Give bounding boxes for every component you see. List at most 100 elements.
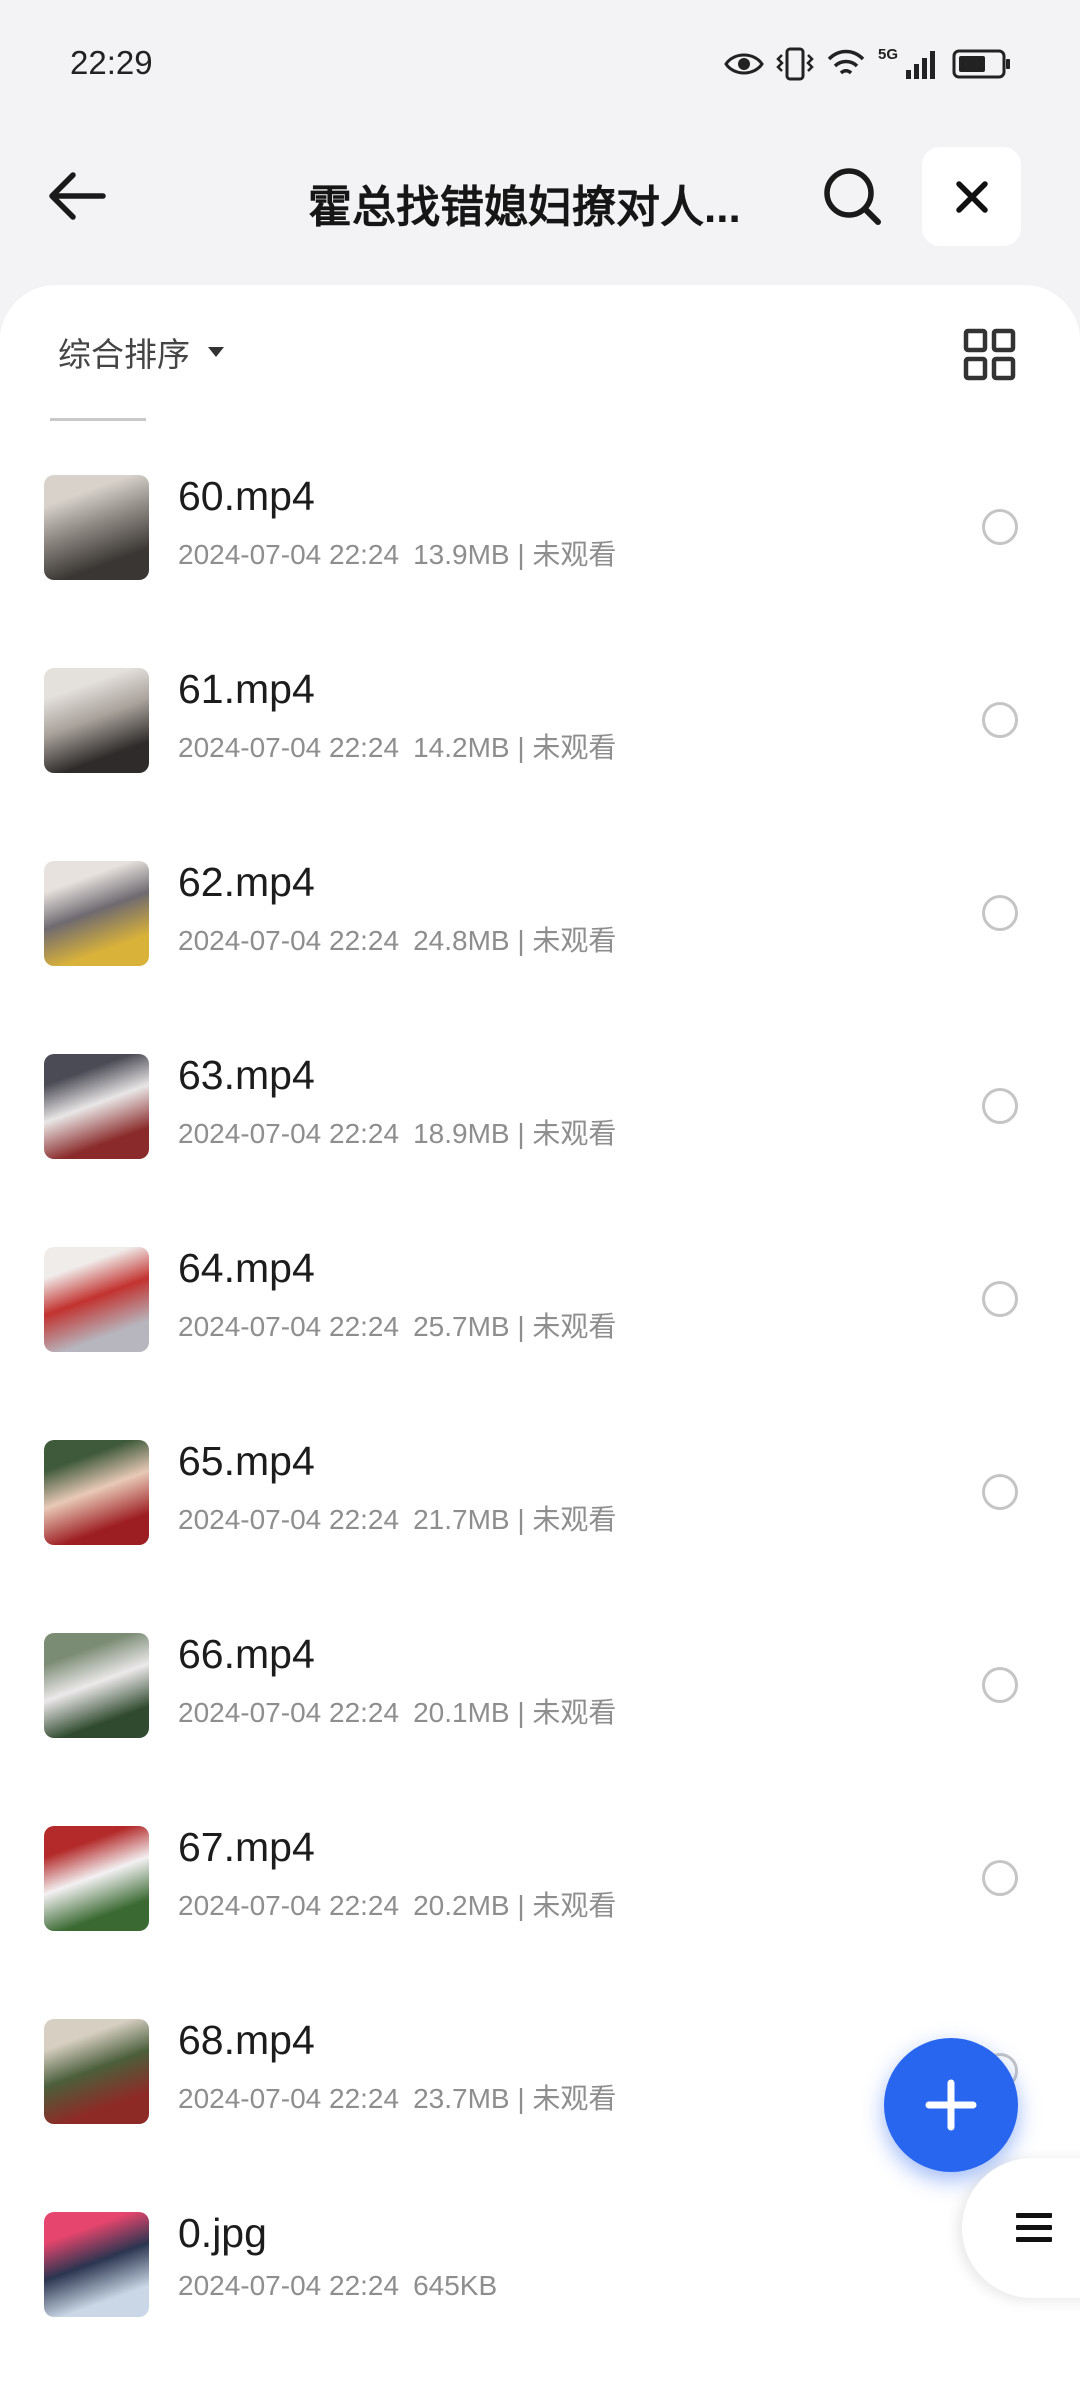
file-size: 25.7MB — [413, 1311, 510, 1342]
file-size: 18.9MB — [413, 1118, 510, 1149]
file-thumbnail — [44, 1826, 149, 1931]
status-bar: 22:29 5G — [0, 0, 1080, 130]
file-meta: 2024-07-04 22:24 23.7MB | 未观看 — [178, 2083, 617, 2114]
status-time: 22:29 — [70, 44, 153, 81]
select-radio[interactable] — [982, 1860, 1018, 1896]
watch-status: 未观看 — [532, 1504, 617, 1535]
battery-icon — [952, 49, 1010, 79]
file-name: 61.mp4 — [178, 666, 315, 712]
file-row[interactable]: 61.mp4 2024-07-04 22:24 14.2MB | 未观看 — [0, 666, 1080, 861]
file-row[interactable]: 64.mp4 2024-07-04 22:24 25.7MB | 未观看 — [0, 1245, 1080, 1440]
file-name: 65.mp4 — [178, 1438, 315, 1484]
watch-status: 未观看 — [532, 539, 617, 570]
wifi-icon — [827, 49, 865, 75]
arrow-left-icon — [49, 172, 106, 220]
add-button[interactable] — [884, 2038, 1018, 2172]
file-date: 2024-07-04 22:24 — [178, 2083, 400, 2114]
file-name: 68.mp4 — [178, 2017, 315, 2063]
file-date: 2024-07-04 22:24 — [178, 539, 400, 570]
select-radio[interactable] — [982, 1474, 1018, 1510]
sort-dropdown[interactable]: 综合排序 — [58, 328, 226, 376]
select-radio[interactable] — [982, 702, 1018, 738]
file-size: 24.8MB — [413, 925, 510, 956]
sort-label: 综合排序 — [58, 336, 190, 373]
file-name: 63.mp4 — [178, 1052, 315, 1098]
select-radio[interactable] — [982, 1667, 1018, 1703]
file-date: 2024-07-04 22:24 — [178, 1311, 400, 1342]
file-meta: 2024-07-04 22:24 20.1MB | 未观看 — [178, 1697, 617, 1728]
scrolled-item-edge — [50, 418, 146, 421]
file-date: 2024-07-04 22:24 — [178, 1697, 400, 1728]
eye-icon — [724, 53, 764, 75]
file-row[interactable]: 67.mp4 2024-07-04 22:24 20.2MB | 未观看 — [0, 1824, 1080, 2019]
file-date: 2024-07-04 22:24 — [178, 2270, 400, 2301]
back-button[interactable] — [42, 161, 112, 231]
watch-status: 未观看 — [532, 732, 617, 763]
select-radio[interactable] — [982, 509, 1018, 545]
file-thumbnail — [44, 2019, 149, 2124]
vibrate-icon — [776, 47, 814, 81]
file-row[interactable]: 65.mp4 2024-07-04 22:24 21.7MB | 未观看 — [0, 1438, 1080, 1633]
file-meta: 2024-07-04 22:24 21.7MB | 未观看 — [178, 1504, 617, 1535]
search-button[interactable] — [815, 159, 889, 233]
file-thumbnail — [44, 1247, 149, 1352]
file-meta: 2024-07-04 22:24 20.2MB | 未观看 — [178, 1890, 617, 1921]
close-button[interactable] — [922, 147, 1021, 246]
plus-icon — [925, 2079, 977, 2131]
watch-status: 未观看 — [532, 1697, 617, 1728]
file-size: 645KB — [413, 2270, 498, 2301]
file-date: 2024-07-04 22:24 — [178, 732, 400, 763]
watch-status: 未观看 — [532, 1311, 617, 1342]
file-thumbnail — [44, 861, 149, 966]
file-row[interactable]: 63.mp4 2024-07-04 22:24 18.9MB | 未观看 — [0, 1052, 1080, 1247]
file-meta: 2024-07-04 22:24 645KB — [178, 2270, 497, 2302]
file-thumbnail — [44, 2212, 149, 2317]
file-thumbnail — [44, 1633, 149, 1738]
toolbar: 综合排序 — [0, 285, 1080, 415]
watch-status: 未观看 — [532, 925, 617, 956]
file-meta: 2024-07-04 22:24 25.7MB | 未观看 — [178, 1311, 617, 1342]
screen: 22:29 5G 霍总找错媳妇撩对人... 综合排序 60.mp4 2024-0… — [0, 0, 1080, 2398]
file-date: 2024-07-04 22:24 — [178, 1118, 400, 1149]
page-title: 霍总找错媳妇撩对人... — [308, 183, 741, 232]
file-meta: 2024-07-04 22:24 18.9MB | 未观看 — [178, 1118, 617, 1149]
grid-view-icon — [963, 328, 1016, 381]
file-row[interactable]: 60.mp4 2024-07-04 22:24 13.9MB | 未观看 — [0, 473, 1080, 668]
select-radio[interactable] — [982, 1088, 1018, 1124]
status-icons: 5G — [724, 44, 1012, 84]
file-name: 0.jpg — [178, 2210, 267, 2256]
watch-status: 未观看 — [532, 2083, 617, 2114]
menu-icon — [1016, 2213, 1052, 2242]
file-thumbnail — [44, 475, 149, 580]
file-size: 20.2MB — [413, 1890, 510, 1921]
watch-status: 未观看 — [532, 1118, 617, 1149]
file-date: 2024-07-04 22:24 — [178, 1890, 400, 1921]
file-date: 2024-07-04 22:24 — [178, 1504, 400, 1535]
file-name: 62.mp4 — [178, 859, 315, 905]
grid-view-button[interactable] — [962, 327, 1018, 383]
caret-down-icon — [208, 347, 224, 357]
file-row[interactable]: 62.mp4 2024-07-04 22:24 24.8MB | 未观看 — [0, 859, 1080, 1054]
file-size: 14.2MB — [413, 732, 510, 763]
file-thumbnail — [44, 1440, 149, 1545]
file-row[interactable]: 66.mp4 2024-07-04 22:24 20.1MB | 未观看 — [0, 1631, 1080, 1826]
header: 霍总找错媳妇撩对人... — [0, 135, 1080, 260]
search-icon — [824, 168, 881, 225]
network-type: 5G — [877, 45, 898, 63]
file-date: 2024-07-04 22:24 — [178, 925, 400, 956]
signal-icon — [906, 51, 935, 79]
file-name: 66.mp4 — [178, 1631, 315, 1677]
file-thumbnail — [44, 668, 149, 773]
file-meta: 2024-07-04 22:24 24.8MB | 未观看 — [178, 925, 617, 956]
file-size: 21.7MB — [413, 1504, 510, 1535]
watch-status: 未观看 — [532, 1890, 617, 1921]
file-row[interactable]: 0.jpg 2024-07-04 22:24 645KB — [0, 2210, 1080, 2398]
select-radio[interactable] — [982, 1281, 1018, 1317]
file-meta: 2024-07-04 22:24 13.9MB | 未观看 — [178, 539, 617, 570]
close-icon — [955, 180, 988, 213]
file-meta: 2024-07-04 22:24 14.2MB | 未观看 — [178, 732, 617, 763]
file-size: 13.9MB — [413, 539, 510, 570]
file-name: 67.mp4 — [178, 1824, 315, 1870]
file-size: 20.1MB — [413, 1697, 510, 1728]
select-radio[interactable] — [982, 895, 1018, 931]
